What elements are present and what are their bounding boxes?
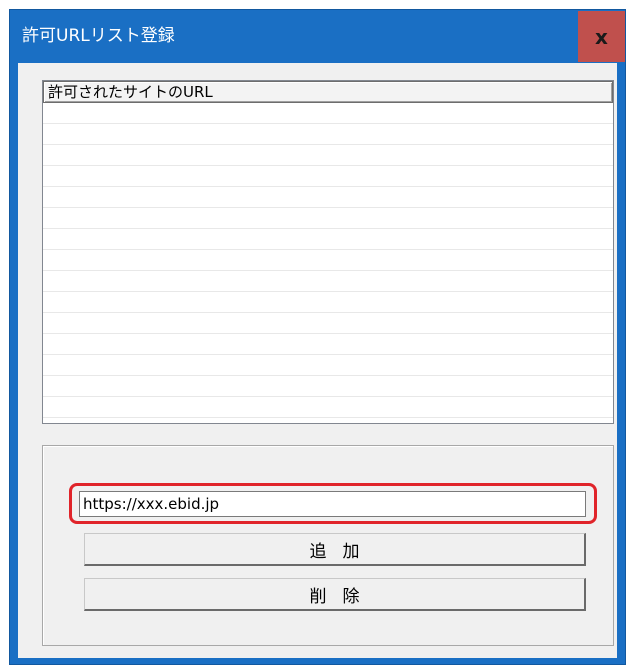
list-item[interactable] bbox=[43, 376, 613, 397]
allowed-url-list[interactable]: 許可されたサイトのURL bbox=[42, 80, 614, 424]
list-item[interactable] bbox=[43, 355, 613, 376]
list-item[interactable] bbox=[43, 229, 613, 250]
dialog-client-area: 許可されたサイトのURL 追加 bbox=[18, 63, 617, 658]
list-item[interactable] bbox=[43, 334, 613, 355]
list-item[interactable] bbox=[43, 271, 613, 292]
list-item[interactable] bbox=[43, 124, 613, 145]
list-rows bbox=[43, 103, 613, 423]
list-item[interactable] bbox=[43, 145, 613, 166]
url-input[interactable] bbox=[79, 491, 586, 517]
list-item[interactable] bbox=[43, 187, 613, 208]
column-header-allowed-url[interactable]: 許可されたサイトのURL bbox=[43, 81, 613, 103]
delete-button[interactable]: 削除 bbox=[84, 578, 586, 611]
dialog-window: 許可URLリスト登録 x 許可されたサイトのURL https://xxx.eb… bbox=[9, 9, 626, 665]
list-item[interactable] bbox=[43, 103, 613, 124]
close-icon: x bbox=[595, 24, 608, 49]
list-item[interactable] bbox=[43, 208, 613, 229]
list-item[interactable] bbox=[43, 313, 613, 334]
list-item[interactable] bbox=[43, 250, 613, 271]
add-button[interactable]: 追加 bbox=[84, 533, 586, 566]
column-header-label: 許可されたサイトのURL bbox=[48, 83, 213, 101]
list-item[interactable] bbox=[43, 292, 613, 313]
window-title: 許可URLリスト登録 bbox=[22, 26, 175, 46]
list-item[interactable] bbox=[43, 397, 613, 418]
list-item[interactable] bbox=[43, 166, 613, 187]
close-button[interactable]: x bbox=[578, 11, 625, 62]
title-bar[interactable]: 許可URLリスト登録 x bbox=[10, 10, 625, 63]
